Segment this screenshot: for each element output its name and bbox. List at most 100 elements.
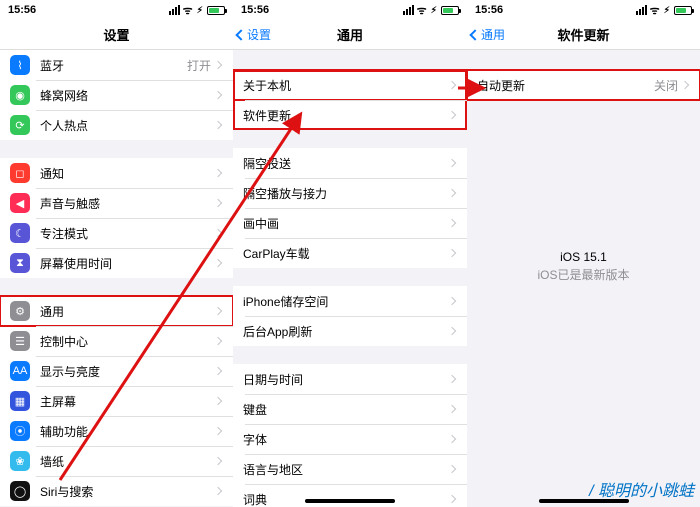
phone-general: 15:56 ᯤ ⚡︎ 设置 通用 关于本机软件更新 隔空投送隔空播放与接力画中画…: [233, 0, 467, 507]
sounds-icon: ◀︎: [10, 193, 30, 213]
chevron-right-icon: [214, 199, 222, 207]
row-label: 声音与触感: [40, 195, 215, 212]
nav-bar: 通用 软件更新: [467, 20, 700, 50]
row-label: 软件更新: [243, 107, 449, 124]
row-wallpaper[interactable]: ❀墙纸: [0, 446, 233, 476]
row-label: iPhone储存空间: [243, 293, 449, 310]
row-accessibility[interactable]: ⦿ 辅助功能: [0, 416, 233, 446]
chevron-right-icon: [448, 375, 456, 383]
nav-bar: 设置: [0, 20, 233, 50]
siri-icon: ◯: [10, 481, 30, 501]
row-label: 辅助功能: [40, 423, 215, 440]
chevron-right-icon: [448, 189, 456, 197]
status-icons: ᯤ ⚡︎: [169, 3, 225, 18]
status-icons: ᯤ ⚡︎: [636, 3, 692, 18]
row-label: 关于本机: [243, 77, 449, 94]
signal-icon: [169, 5, 180, 15]
status-bar: 15:56 ᯤ ⚡︎: [0, 0, 233, 20]
row-label: 通用: [40, 303, 215, 320]
phone-software-update: 15:56 ᯤ ⚡︎ 通用 软件更新 自动更新 关闭 iOS 15.1 iOS已…: [467, 0, 700, 507]
row-label: 画中画: [243, 215, 449, 232]
chevron-right-icon: [448, 327, 456, 335]
back-button[interactable]: 通用: [467, 26, 505, 43]
chevron-right-icon: [214, 61, 222, 69]
chevron-right-icon: [681, 81, 689, 89]
row-siri[interactable]: ◯ Siri与搜索: [0, 476, 233, 506]
row-screentime[interactable]: ⧗ 屏幕使用时间: [0, 248, 233, 278]
row-label: 自动更新: [477, 77, 654, 94]
back-button[interactable]: 设置: [233, 26, 271, 43]
charging-icon: ⚡︎: [431, 5, 437, 16]
accessibility-icon: ⦿: [10, 421, 30, 441]
chevron-left-icon: [469, 29, 480, 40]
status-bar: 15:56 ᯤ ⚡︎: [467, 0, 700, 20]
chevron-right-icon: [448, 219, 456, 227]
focus-icon: ☾: [10, 223, 30, 243]
row-airdrop[interactable]: 隔空投送: [233, 148, 467, 178]
row-label: 蜂窝网络: [40, 87, 215, 104]
row-date-time[interactable]: 日期与时间: [233, 364, 467, 394]
wifi-icon: ᯤ: [650, 3, 660, 18]
battery-icon: [207, 6, 225, 15]
row-software-update[interactable]: 软件更新: [233, 100, 467, 130]
row-control-center[interactable]: ☰控制中心: [0, 326, 233, 356]
wallpaper-icon: ❀: [10, 451, 30, 471]
chevron-right-icon: [214, 457, 222, 465]
status-bar: 15:56 ᯤ ⚡︎: [233, 0, 467, 20]
chevron-right-icon: [448, 495, 456, 503]
chevron-right-icon: [448, 111, 456, 119]
row-auto-update[interactable]: 自动更新 关闭: [467, 70, 700, 100]
row-fonts[interactable]: 字体: [233, 424, 467, 454]
page-title: 设置: [0, 25, 233, 44]
row-notifications[interactable]: ◻通知: [0, 158, 233, 188]
row-label: 语言与地区: [243, 461, 449, 478]
row-iphone-storage[interactable]: iPhone储存空间: [233, 286, 467, 316]
chevron-right-icon: [214, 169, 222, 177]
row-bluetooth[interactable]: ⌇蓝牙打开: [0, 50, 233, 80]
signal-icon: [636, 5, 647, 15]
row-label: 后台App刷新: [243, 323, 449, 340]
battery-icon: [674, 6, 692, 15]
chevron-right-icon: [214, 337, 222, 345]
chevron-right-icon: [448, 405, 456, 413]
chevron-right-icon: [214, 307, 222, 315]
row-value: 关闭: [654, 77, 678, 94]
row-label: Siri与搜索: [40, 483, 215, 500]
home-indicator: [305, 499, 395, 503]
row-label: 控制中心: [40, 333, 215, 350]
row-background-refresh[interactable]: 后台App刷新: [233, 316, 467, 346]
row-dictionary[interactable]: 词典: [233, 484, 467, 507]
row-language-region[interactable]: 语言与地区: [233, 454, 467, 484]
row-cellular[interactable]: ◉蜂窝网络: [0, 80, 233, 110]
row-label: 专注模式: [40, 225, 215, 242]
chevron-left-icon: [235, 29, 246, 40]
battery-icon: [441, 6, 459, 15]
signal-icon: [403, 5, 414, 15]
row-keyboard[interactable]: 键盘: [233, 394, 467, 424]
row-about[interactable]: 关于本机: [233, 70, 467, 100]
row-hotspot[interactable]: ⟳个人热点: [0, 110, 233, 140]
row-focus[interactable]: ☾ 专注模式: [0, 218, 233, 248]
chevron-right-icon: [448, 465, 456, 473]
settings-list[interactable]: ⌇蓝牙打开◉蜂窝网络⟳个人热点 ◻通知 ◀︎ 声音与触感 ☾ 专注模式 ⧗ 屏幕使用时间 ⚙…: [0, 50, 233, 507]
back-label: 设置: [247, 26, 271, 43]
row-label: 屏幕使用时间: [40, 255, 215, 272]
general-icon: ⚙︎: [10, 301, 30, 321]
row-airplay[interactable]: 隔空播放与接力: [233, 178, 467, 208]
status-icons: ᯤ ⚡︎: [403, 3, 459, 18]
chevron-right-icon: [214, 229, 222, 237]
row-home-screen[interactable]: ▦主屏幕: [0, 386, 233, 416]
general-list[interactable]: 关于本机软件更新 隔空投送隔空播放与接力画中画 CarPlay车载 iPhone储…: [233, 50, 467, 507]
bluetooth-icon: ⌇: [10, 55, 30, 75]
update-status: iOS 15.1 iOS已是最新版本: [467, 250, 700, 283]
charging-icon: ⚡︎: [197, 5, 203, 16]
chevron-right-icon: [214, 259, 222, 267]
home-screen-icon: ▦: [10, 391, 30, 411]
row-carplay[interactable]: CarPlay车载: [233, 238, 467, 268]
screentime-icon: ⧗: [10, 253, 30, 273]
row-general[interactable]: ⚙︎ 通用: [0, 296, 233, 326]
row-label: 通知: [40, 165, 215, 182]
row-pip[interactable]: 画中画: [233, 208, 467, 238]
row-sounds[interactable]: ◀︎ 声音与触感: [0, 188, 233, 218]
row-display[interactable]: AA显示与亮度: [0, 356, 233, 386]
